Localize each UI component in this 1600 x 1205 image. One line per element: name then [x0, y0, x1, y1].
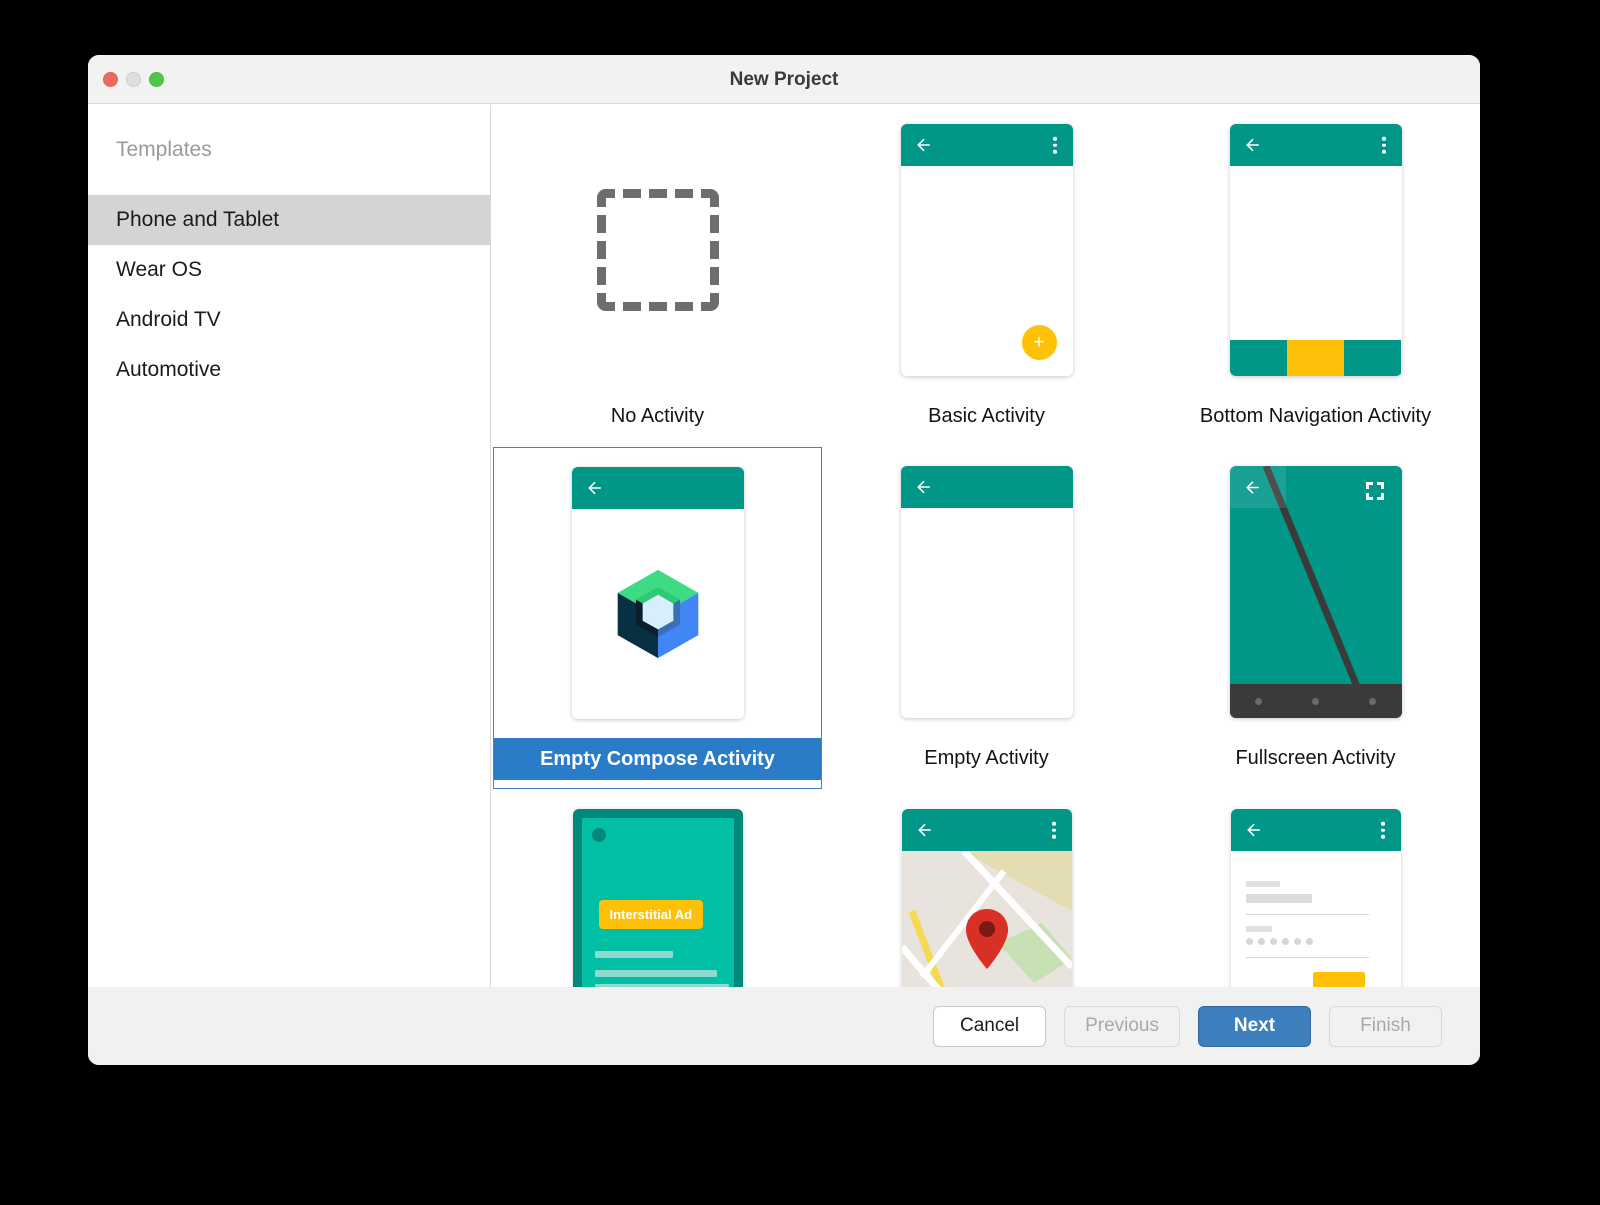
templates-sidebar: Templates Phone and Tablet Wear OS Andro…	[88, 105, 491, 1065]
template-label: Basic Activity	[822, 395, 1151, 437]
fullscreen-expand-icon	[1363, 479, 1387, 503]
field-underline	[1246, 914, 1369, 915]
field-label-placeholder	[1246, 881, 1280, 887]
template-thumbnail: Interstitial Ad	[493, 789, 822, 1015]
button-label: Finish	[1360, 1015, 1411, 1037]
template-card-basic-activity[interactable]: + Basic Activity	[822, 105, 1151, 447]
sidebar-item-wear-os[interactable]: Wear OS	[88, 245, 490, 295]
app-bar	[572, 467, 744, 509]
back-arrow-icon	[1244, 821, 1263, 840]
ad-surface: Interstitial Ad	[582, 818, 734, 1015]
template-label: Empty Activity	[822, 737, 1151, 779]
button-label: Cancel	[960, 1015, 1019, 1037]
template-label: Bottom Navigation Activity	[1151, 395, 1480, 437]
sidebar-heading: Templates	[88, 105, 490, 162]
dialog-body: Templates Phone and Tablet Wear OS Andro…	[88, 105, 1480, 1065]
phone-mockup	[572, 467, 744, 719]
back-arrow-icon	[1243, 136, 1262, 155]
back-arrow-icon	[914, 136, 933, 155]
sidebar-item-label: Phone and Tablet	[116, 208, 279, 231]
overflow-menu-icon	[1052, 822, 1056, 839]
back-arrow-icon	[585, 479, 604, 498]
field-value-placeholder	[1246, 894, 1312, 903]
template-thumbnail	[1151, 447, 1480, 737]
app-bar	[1231, 809, 1401, 851]
finish-button[interactable]: Finish	[1329, 1006, 1442, 1047]
button-label: Previous	[1085, 1015, 1159, 1037]
text-placeholder-bar	[595, 951, 673, 958]
template-card-no-activity[interactable]: No Activity	[493, 105, 822, 447]
sidebar-item-label: Android TV	[116, 308, 221, 331]
map-mockup	[902, 809, 1072, 1015]
password-dots-icon	[1246, 938, 1313, 945]
sidebar-item-phone-and-tablet[interactable]: Phone and Tablet	[88, 195, 490, 245]
template-label: No Activity	[493, 395, 822, 437]
sidebar-list: Phone and Tablet Wear OS Android TV Auto…	[88, 195, 490, 395]
template-thumbnail	[822, 789, 1151, 1015]
text-placeholder-bar	[595, 970, 717, 977]
field-underline	[1246, 957, 1369, 958]
jetpack-compose-logo-icon	[610, 566, 706, 662]
floating-action-button-icon: +	[1022, 325, 1057, 360]
nav-dot-icon	[1255, 698, 1262, 705]
app-bar	[902, 809, 1072, 851]
template-card-fullscreen-activity[interactable]: Fullscreen Activity	[1151, 447, 1480, 789]
previous-button[interactable]: Previous	[1064, 1006, 1180, 1047]
back-arrow-icon	[914, 478, 933, 497]
phone-mockup	[901, 466, 1073, 718]
bottom-nav-tab-active	[1287, 340, 1344, 376]
template-thumbnail: +	[822, 105, 1151, 395]
template-label: Fullscreen Activity	[1151, 737, 1480, 779]
app-bar	[901, 466, 1073, 508]
system-navigation-bar	[1230, 684, 1402, 718]
template-card-google-maps-activity[interactable]	[822, 789, 1151, 1015]
button-label: Next	[1234, 1015, 1275, 1037]
avatar-dot-icon	[592, 828, 606, 842]
password-label-placeholder	[1246, 926, 1272, 932]
next-button[interactable]: Next	[1198, 1006, 1311, 1047]
template-thumbnail	[494, 448, 821, 738]
cancel-button[interactable]: Cancel	[933, 1006, 1046, 1047]
nav-dot-icon	[1312, 698, 1319, 705]
dashed-placeholder-icon	[597, 189, 719, 311]
back-arrow-icon	[1243, 478, 1262, 497]
template-label: Empty Compose Activity	[494, 738, 821, 780]
template-card-login-activity[interactable]	[1151, 789, 1480, 1015]
bottom-nav-tab	[1344, 340, 1401, 376]
template-card-empty-compose-activity[interactable]: Empty Compose Activity	[493, 447, 822, 789]
sidebar-item-label: Wear OS	[116, 258, 202, 281]
template-thumbnail	[493, 105, 822, 395]
window-title: New Project	[88, 55, 1480, 104]
window-titlebar: New Project	[88, 55, 1480, 104]
template-card-empty-activity[interactable]: Empty Activity	[822, 447, 1151, 789]
dialog-footer: Cancel Previous Next Finish	[88, 987, 1480, 1065]
sidebar-item-automotive[interactable]: Automotive	[88, 345, 490, 395]
overflow-menu-icon	[1382, 137, 1386, 154]
bottom-navigation-bar	[1230, 340, 1402, 376]
overflow-menu-icon	[1381, 822, 1385, 839]
template-thumbnail	[1151, 789, 1480, 1015]
template-card-interstitial-ad[interactable]: Interstitial Ad	[493, 789, 822, 1015]
templates-grid-pane[interactable]: No Activity +	[491, 105, 1480, 1015]
phone-mockup	[1230, 124, 1402, 376]
app-bar	[901, 124, 1073, 166]
interstitial-ad-button: Interstitial Ad	[599, 900, 704, 929]
back-arrow-icon	[915, 821, 934, 840]
sidebar-item-label: Automotive	[116, 358, 221, 381]
phone-mockup: +	[901, 124, 1073, 376]
new-project-dialog: New Project Templates Phone and Tablet W…	[88, 55, 1480, 1065]
login-mockup	[1231, 809, 1401, 1015]
sidebar-item-android-tv[interactable]: Android TV	[88, 295, 490, 345]
nav-dot-icon	[1369, 698, 1376, 705]
interstitial-ad-mockup: Interstitial Ad	[573, 809, 743, 1015]
app-bar	[1230, 124, 1402, 166]
template-thumbnail	[1151, 105, 1480, 395]
bottom-nav-tab	[1230, 340, 1287, 376]
template-card-bottom-navigation-activity[interactable]: Bottom Navigation Activity	[1151, 105, 1480, 447]
template-thumbnail	[822, 447, 1151, 737]
phone-mockup	[1230, 466, 1402, 718]
overflow-menu-icon	[1053, 137, 1057, 154]
